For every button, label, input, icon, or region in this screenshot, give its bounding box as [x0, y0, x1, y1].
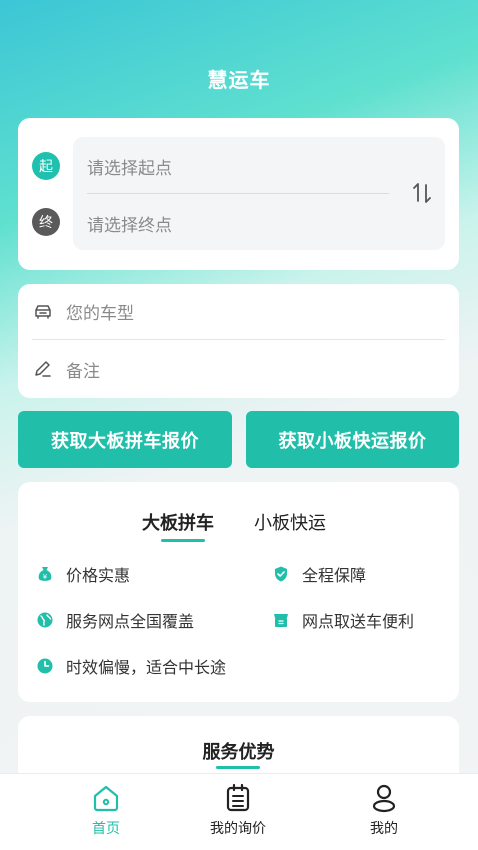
feature-label: 价格实惠	[66, 566, 131, 585]
tab-big-board[interactable]: 大板拼车	[142, 509, 214, 535]
advantages-underline	[216, 766, 260, 769]
feature-item: ¥ 价格实惠	[36, 562, 130, 586]
clock-icon	[37, 658, 53, 674]
note-field[interactable]: 备注	[32, 341, 445, 397]
feature-label: 服务网点全国覆盖	[66, 612, 195, 631]
nav-item-my-inquiries[interactable]: 我的询价	[188, 782, 288, 838]
route-card: 起 终 请选择起点 请选择终点	[18, 118, 459, 270]
feature-label: 网点取送车便利	[302, 612, 415, 631]
pencil-icon	[35, 361, 51, 377]
clipboard-icon	[226, 783, 250, 812]
car-icon	[35, 304, 51, 319]
feature-item: 网点取送车便利	[272, 608, 414, 632]
globe-icon	[37, 612, 53, 628]
car-type-field[interactable]: 您的车型	[32, 284, 445, 340]
service-type-card: 大板拼车 小板快运 ¥ 价格实惠 全程保障 服务网点全国覆盖 网点取送车便利 时…	[18, 482, 459, 702]
start-badge: 起	[32, 152, 60, 180]
feature-item: 服务网点全国覆盖	[36, 608, 194, 632]
page-title: 慧运车	[207, 68, 271, 92]
car-type-input[interactable]: 您的车型	[66, 299, 134, 324]
money-bag-icon: ¥	[38, 567, 52, 581]
big-board-quote-button[interactable]: 获取大板拼车报价	[18, 411, 232, 468]
active-tab-indicator	[161, 539, 205, 542]
store-icon	[274, 614, 288, 627]
swap-icon[interactable]	[411, 181, 433, 205]
vehicle-info-card: 您的车型 备注	[18, 284, 459, 398]
home-icon	[93, 785, 119, 812]
nav-label-home: 首页	[92, 821, 120, 837]
note-input[interactable]: 备注	[66, 357, 100, 382]
start-point-input[interactable]: 请选择起点	[87, 154, 172, 179]
feature-label: 全程保障	[302, 566, 367, 585]
end-point-input[interactable]: 请选择终点	[87, 211, 172, 236]
nav-item-profile[interactable]: 我的	[334, 782, 434, 838]
feature-label: 时效偏慢，适合中长途	[66, 658, 227, 677]
svg-text:¥: ¥	[43, 573, 48, 581]
small-board-quote-button[interactable]: 获取小板快运报价	[246, 411, 459, 468]
shield-check-icon	[275, 566, 287, 582]
bottom-nav: 首页 我的询价 我的	[0, 773, 478, 850]
nav-item-home[interactable]: 首页	[56, 782, 156, 838]
advantages-title: 服务优势	[202, 742, 275, 763]
route-divider	[87, 193, 389, 194]
user-icon	[372, 784, 396, 813]
end-badge: 终	[32, 208, 60, 236]
nav-label-my-inquiries: 我的询价	[210, 821, 266, 837]
feature-item: 时效偏慢，适合中长途	[36, 654, 226, 678]
route-selector: 请选择起点 请选择终点	[73, 137, 445, 250]
feature-item: 全程保障	[272, 562, 366, 586]
tab-small-board[interactable]: 小板快运	[254, 509, 326, 535]
nav-label-profile: 我的	[370, 821, 398, 837]
